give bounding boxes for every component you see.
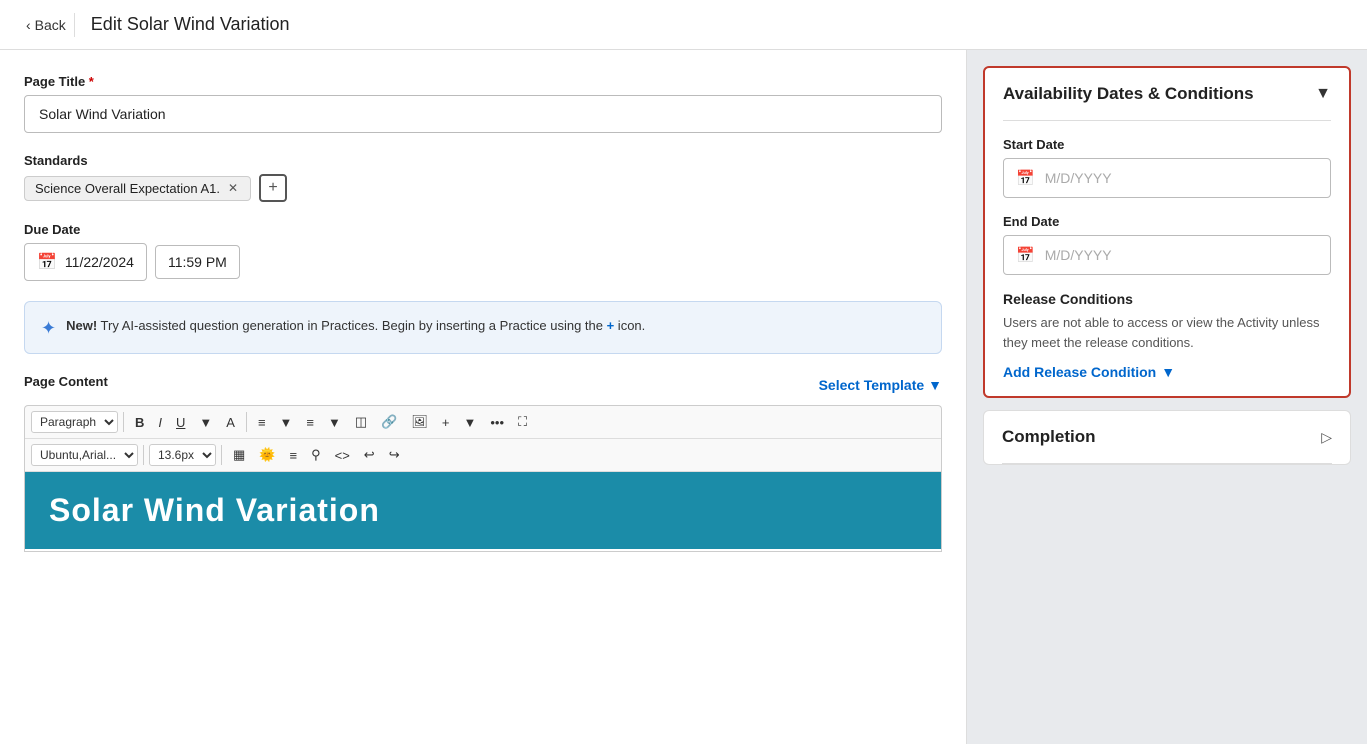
completion-chevron-right-icon: ▷: [1321, 429, 1332, 446]
page-content-label: Page Content: [24, 374, 108, 389]
align-dropdown-button[interactable]: ▼: [274, 411, 299, 434]
chevron-down-icon: ▼: [928, 377, 942, 393]
list-dropdown-button[interactable]: ▼: [322, 411, 347, 434]
end-date-input[interactable]: 📅 M/D/YYYY: [1003, 235, 1331, 275]
completion-title: Completion: [1002, 427, 1096, 447]
bold-button[interactable]: B: [129, 411, 150, 434]
calendar-icon: 📅: [37, 252, 57, 272]
add-release-label: Add Release Condition: [1003, 364, 1156, 380]
completion-card: Completion ▷: [983, 410, 1351, 465]
editor-content-preview: Solar Wind Variation: [25, 472, 941, 549]
due-date-section: Due Date 📅 11/22/2024 11:59 PM: [24, 222, 942, 281]
redo-button[interactable]: ↪: [383, 443, 406, 467]
due-date-value: 11/22/2024: [65, 254, 134, 270]
standard-tag: Science Overall Expectation A1. ✕: [24, 176, 251, 201]
release-conditions-desc: Users are not able to access or view the…: [1003, 313, 1331, 352]
page-content-section: Page Content Select Template ▼ Paragraph…: [24, 374, 942, 552]
end-date-label: End Date: [1003, 214, 1331, 229]
start-date-label: Start Date: [1003, 137, 1331, 152]
app-header: ‹ Back Edit Solar Wind Variation: [0, 0, 1367, 50]
ai-banner: ✦ New! Try AI-assisted question generati…: [24, 301, 942, 354]
back-button[interactable]: ‹ Back: [18, 13, 75, 37]
editor-toolbar: Paragraph B I U ▼ A ≡ ▼ ≡ ▼ ◫ 🔗 🖼 +: [24, 405, 942, 472]
image-button[interactable]: 🖼: [405, 410, 434, 434]
ai-text-part1: Try AI-assisted question generation in P…: [97, 318, 606, 333]
format-painter-button[interactable]: ▦: [227, 443, 251, 467]
more-button[interactable]: •••: [484, 411, 510, 434]
end-date-calendar-icon: 📅: [1016, 246, 1035, 264]
due-date-row: 📅 11/22/2024 11:59 PM: [24, 243, 942, 281]
availability-card-header[interactable]: Availability Dates & Conditions ▼: [985, 68, 1349, 120]
accessibility-button[interactable]: ⚲: [305, 443, 327, 467]
font-color-button[interactable]: A: [220, 411, 241, 434]
insert-button[interactable]: +: [436, 411, 456, 434]
editor-title-text: Solar Wind Variation: [49, 492, 380, 529]
release-conditions-label: Release Conditions: [1003, 291, 1331, 307]
start-date-input[interactable]: 📅 M/D/YYYY: [1003, 158, 1331, 198]
completion-divider: [1002, 463, 1332, 464]
toolbar-row2: Ubuntu,Arial... 13.6px ▦ 🌞 ≡ ⚲ <> ↩ ↪: [25, 439, 941, 472]
standards-section: Standards Science Overall Expectation A1…: [24, 153, 942, 202]
release-conditions-section: Release Conditions Users are not able to…: [1003, 291, 1331, 380]
underline-dropdown-button[interactable]: ▼: [193, 411, 218, 434]
due-date-label: Due Date: [24, 222, 942, 237]
ai-banner-text: New! Try AI-assisted question generation…: [66, 316, 645, 336]
due-date-picker[interactable]: 📅 11/22/2024: [24, 243, 147, 281]
highlight-button[interactable]: 🌞: [253, 443, 281, 467]
completion-card-header[interactable]: Completion ▷: [984, 411, 1350, 463]
left-panel: Page Title * Standards Science Overall E…: [0, 50, 967, 744]
availability-body: Start Date 📅 M/D/YYYY End Date 📅 M/D/YYY…: [985, 121, 1349, 396]
ai-sparkle-icon: ✦: [41, 318, 56, 339]
source-button[interactable]: <>: [329, 444, 356, 467]
start-date-calendar-icon: 📅: [1016, 169, 1035, 187]
font-select[interactable]: Ubuntu,Arial...: [31, 444, 138, 466]
availability-title: Availability Dates & Conditions: [1003, 84, 1254, 104]
editor-area[interactable]: Solar Wind Variation: [24, 472, 942, 552]
select-template-button[interactable]: Select Template ▼: [819, 377, 942, 393]
add-release-condition-button[interactable]: Add Release Condition ▼: [1003, 364, 1175, 380]
align-button[interactable]: ≡: [252, 411, 272, 434]
add-release-chevron-icon: ▼: [1161, 364, 1175, 380]
toolbar-row1: Paragraph B I U ▼ A ≡ ▼ ≡ ▼ ◫ 🔗 🖼 +: [25, 406, 941, 439]
remove-standard-button[interactable]: ✕: [226, 181, 240, 195]
undo-button[interactable]: ↩: [358, 443, 381, 467]
paragraph-select[interactable]: Paragraph: [31, 411, 118, 433]
link-button[interactable]: 🔗: [375, 410, 403, 434]
start-date-placeholder: M/D/YYYY: [1045, 170, 1112, 186]
back-arrow-icon: ‹: [26, 17, 31, 33]
italic-button[interactable]: I: [152, 411, 168, 434]
page-title-input[interactable]: [24, 95, 942, 133]
standards-label: Standards: [24, 153, 942, 168]
page-title-label: Page Title *: [24, 74, 942, 89]
back-label: Back: [35, 17, 66, 33]
page-title: Edit Solar Wind Variation: [91, 14, 290, 35]
standards-row: Science Overall Expectation A1. ✕ +: [24, 174, 942, 202]
add-standard-button[interactable]: +: [259, 174, 287, 202]
insert-dropdown-button[interactable]: ▼: [457, 411, 482, 434]
table-button[interactable]: ◫: [349, 410, 373, 434]
select-template-label: Select Template: [819, 377, 925, 393]
page-title-section: Page Title *: [24, 74, 942, 133]
right-panel: Availability Dates & Conditions ▼ Start …: [967, 50, 1367, 744]
availability-chevron-down-icon: ▼: [1315, 85, 1331, 103]
due-time-picker[interactable]: 11:59 PM: [155, 245, 240, 279]
end-date-placeholder: M/D/YYYY: [1045, 247, 1112, 263]
page-content-header: Page Content Select Template ▼: [24, 374, 942, 395]
standard-tag-text: Science Overall Expectation A1.: [35, 181, 220, 196]
indent-button[interactable]: ≡: [283, 444, 303, 467]
list-button[interactable]: ≡: [300, 411, 320, 434]
ai-text-part2: icon.: [614, 318, 645, 333]
underline-button[interactable]: U: [170, 411, 191, 434]
due-time-value: 11:59 PM: [168, 254, 227, 270]
availability-card: Availability Dates & Conditions ▼ Start …: [983, 66, 1351, 398]
font-size-select[interactable]: 13.6px: [149, 444, 216, 466]
main-layout: Page Title * Standards Science Overall E…: [0, 50, 1367, 744]
ai-new-label: New!: [66, 318, 97, 333]
fullscreen-button[interactable]: ⛶: [512, 410, 533, 434]
